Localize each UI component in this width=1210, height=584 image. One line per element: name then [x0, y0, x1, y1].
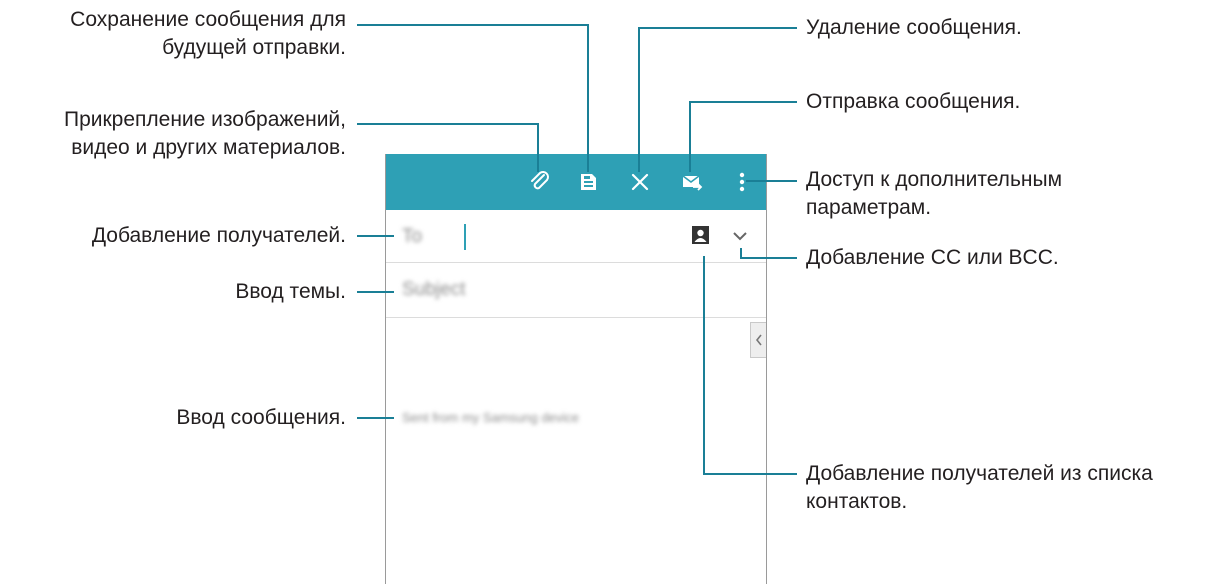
leader-attach: [357, 123, 539, 172]
leader-contacts: [703, 256, 797, 475]
leader-send: [689, 101, 797, 172]
leader-delete: [638, 27, 797, 172]
leader-save-draft: [357, 24, 589, 172]
callout-lines: [357, 24, 797, 475]
diagram: Сохранение сообщения для будущей отправк…: [0, 0, 1210, 584]
leader-cc-bcc: [740, 248, 797, 259]
